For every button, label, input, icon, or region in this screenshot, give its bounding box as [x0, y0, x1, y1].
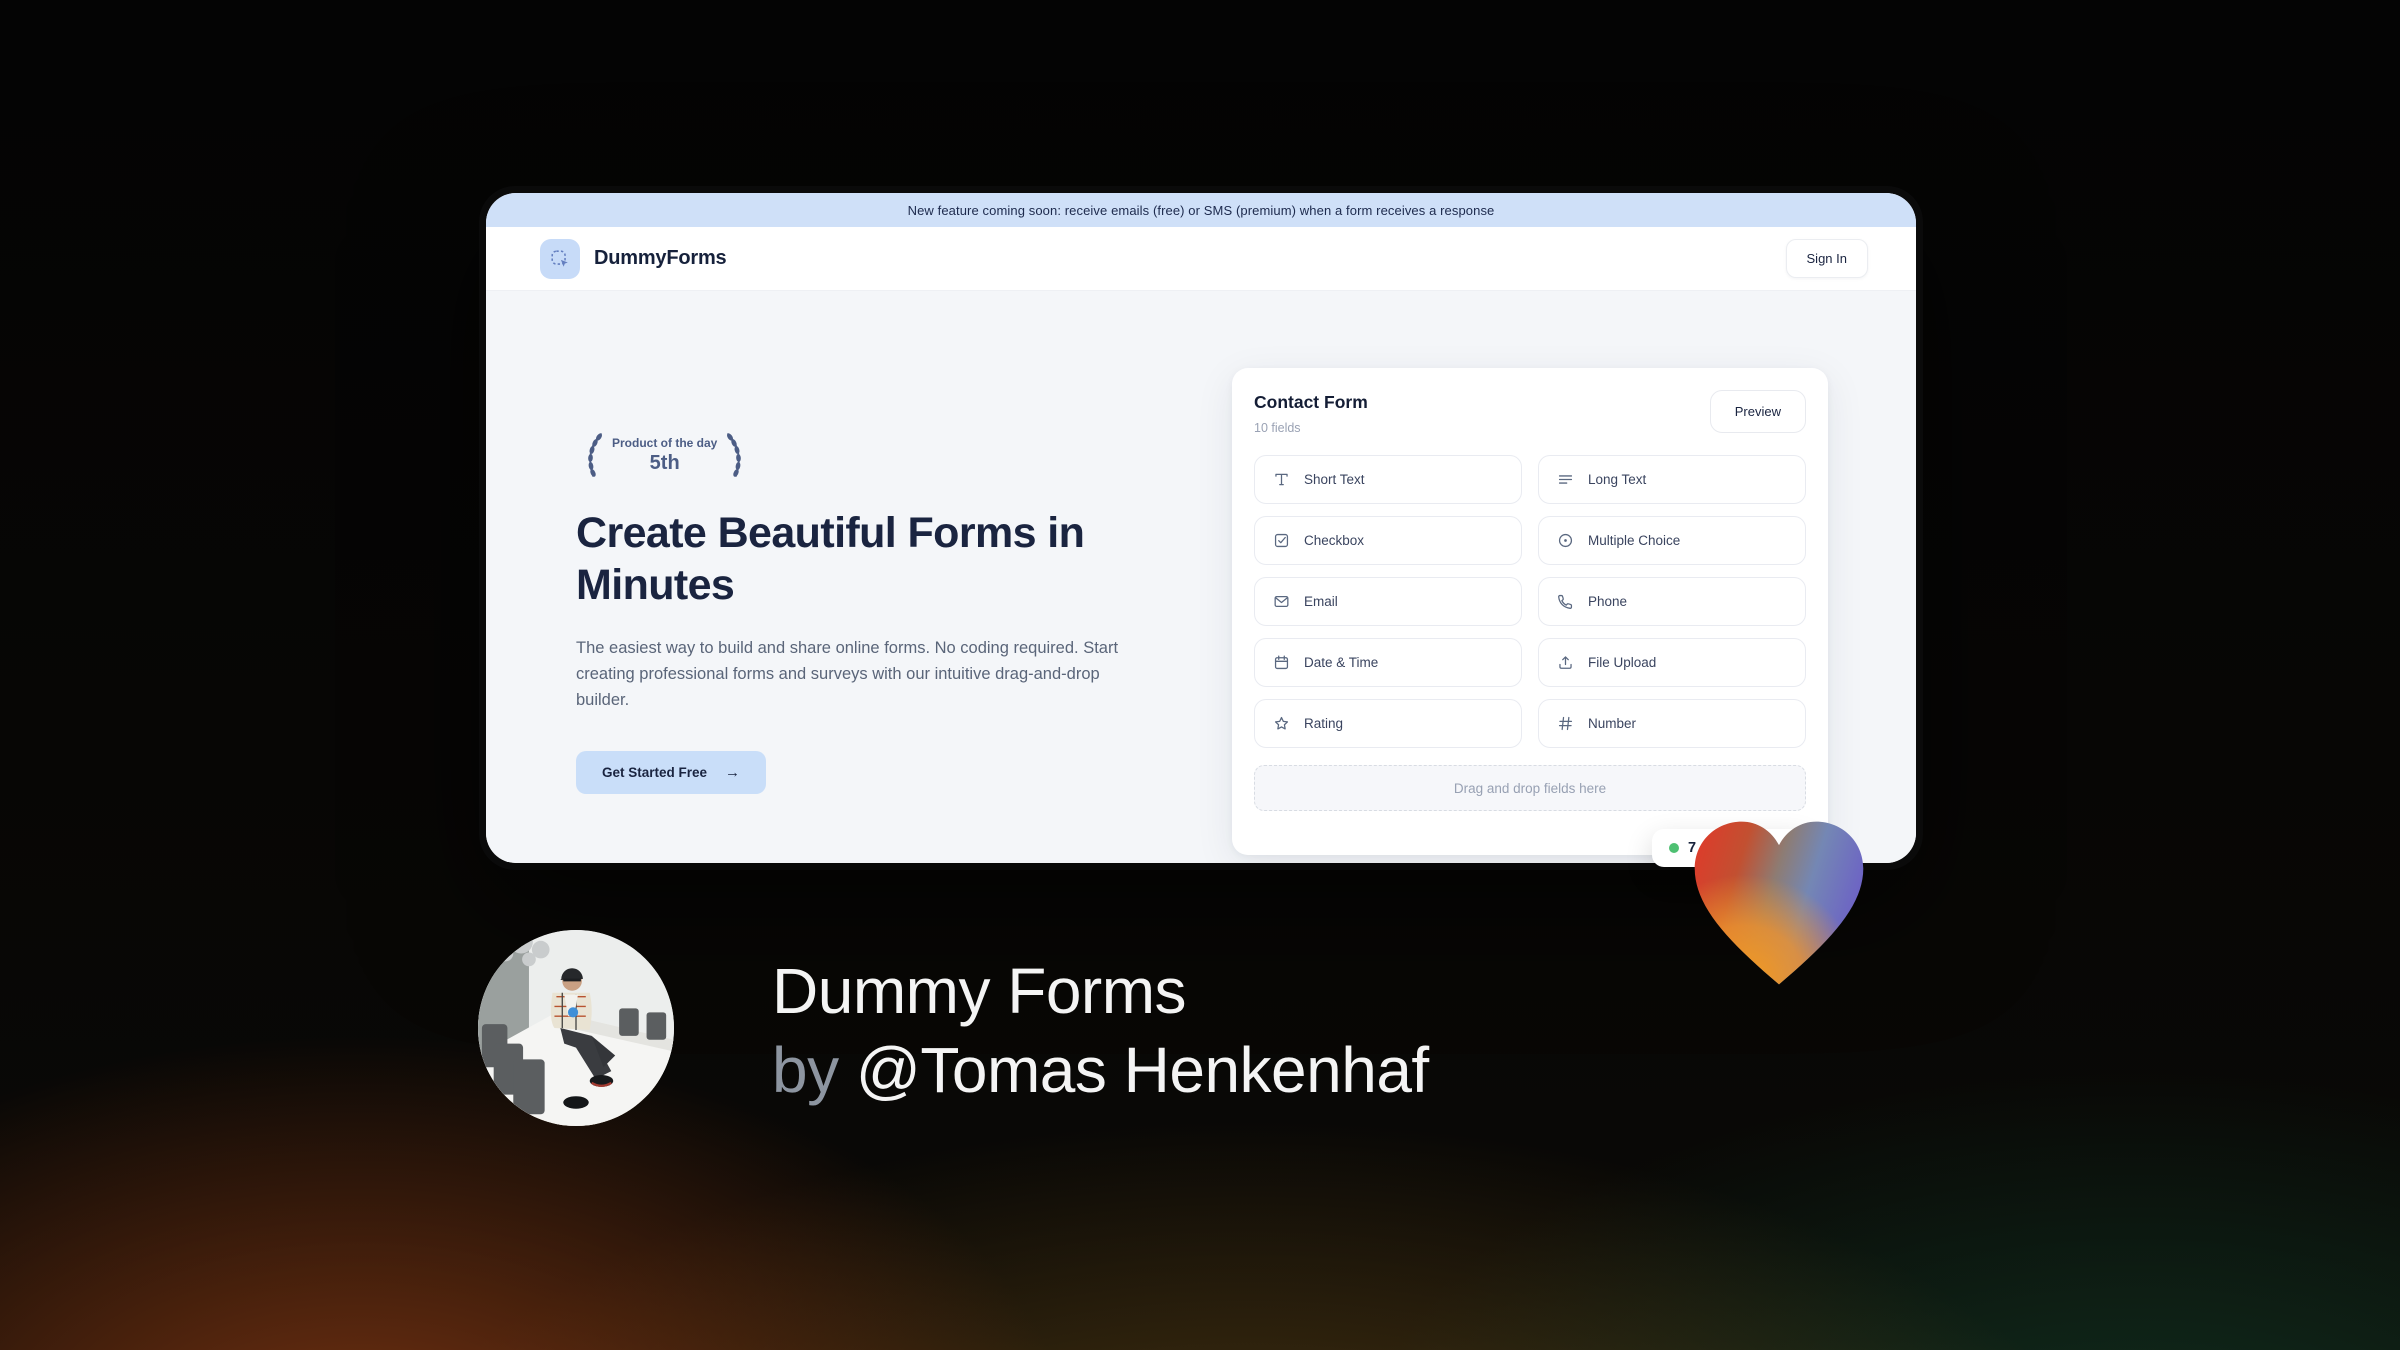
dummyforms-app-window: New feature coming soon: receive emails …	[486, 193, 1916, 863]
badge-title: Product of the day	[612, 435, 718, 450]
field-tile-checkbox[interactable]: Checkbox	[1254, 516, 1522, 565]
field-tile-file-upload[interactable]: File Upload	[1538, 638, 1806, 687]
checkbox-icon	[1274, 533, 1289, 548]
laurel-wreath-icon	[588, 433, 603, 477]
promo-stage: New feature coming soon: receive emails …	[0, 0, 2400, 1350]
field-tile-long-text[interactable]: Long Text	[1538, 455, 1806, 504]
upload-icon	[1559, 656, 1572, 669]
field-tile-multiple-choice[interactable]: Multiple Choice	[1538, 516, 1806, 565]
phone-icon	[1558, 594, 1573, 609]
envelope-icon	[1274, 595, 1289, 608]
online-dot-icon	[1669, 843, 1679, 853]
product-of-the-day-badge: Product of the day 5th	[576, 429, 753, 481]
brand-name: DummyForms	[594, 247, 727, 269]
get-started-button[interactable]: Get Started Free →	[576, 751, 767, 795]
star-icon	[1274, 716, 1289, 730]
field-tile-number[interactable]: Number	[1538, 699, 1806, 748]
field-dropzone[interactable]: Drag and drop fields here	[1254, 765, 1806, 811]
browser-window-frame: New feature coming soon: receive emails …	[479, 186, 1923, 870]
radio-icon	[1558, 533, 1573, 548]
cta-label: Get Started Free	[602, 765, 708, 781]
field-palette: Short Text Long Text Checkbox Multiple C…	[1254, 455, 1806, 748]
field-tile-short-text[interactable]: Short Text	[1254, 455, 1522, 504]
laurel-wreath-icon	[727, 433, 742, 477]
author-photo	[478, 930, 674, 1126]
page-title: Create Beautiful Forms in Minutes	[576, 509, 1085, 609]
field-tile-phone[interactable]: Phone	[1538, 577, 1806, 626]
credit-title: Dummy Forms	[772, 955, 1187, 1027]
hero-description: The easiest way to build and share onlin…	[576, 639, 1119, 710]
form-builder-card: Contact Form 10 fields Preview Short Tex…	[1232, 368, 1828, 855]
hero-section: Product of the day 5th Create Beautiful …	[486, 291, 1916, 863]
sign-in-button[interactable]: Sign In	[1785, 239, 1868, 278]
gradient-heart-icon	[1694, 821, 1864, 985]
field-tile-rating[interactable]: Rating	[1254, 699, 1522, 748]
preview-button[interactable]: Preview	[1709, 390, 1806, 433]
announcement-banner: New feature coming soon: receive emails …	[486, 193, 1916, 227]
app-header: DummyForms Sign In	[486, 227, 1916, 291]
announcement-text: New feature coming soon: receive emails …	[907, 202, 1495, 218]
long-text-icon	[1558, 475, 1573, 484]
dropzone-text: Drag and drop fields here	[1453, 780, 1607, 796]
credit-block: Dummy Forms by @Tomas Henkenhaf	[772, 952, 1429, 1111]
field-tile-email[interactable]: Email	[1254, 577, 1522, 626]
hash-icon	[1558, 716, 1573, 731]
brand[interactable]: DummyForms	[540, 238, 727, 279]
badge-rank: 5th	[649, 451, 680, 474]
short-text-icon	[1275, 473, 1288, 486]
credit-by: by	[772, 1034, 856, 1107]
hero-left-column: Product of the day 5th Create Beautiful …	[576, 429, 1216, 795]
field-tile-date-time[interactable]: Date & Time	[1254, 638, 1522, 687]
credit-author: @Tomas Henkenhaf	[855, 1034, 1429, 1107]
calendar-icon	[1274, 655, 1289, 670]
dashed-select-cursor-icon	[540, 238, 580, 279]
arrow-right-icon: →	[725, 764, 741, 782]
